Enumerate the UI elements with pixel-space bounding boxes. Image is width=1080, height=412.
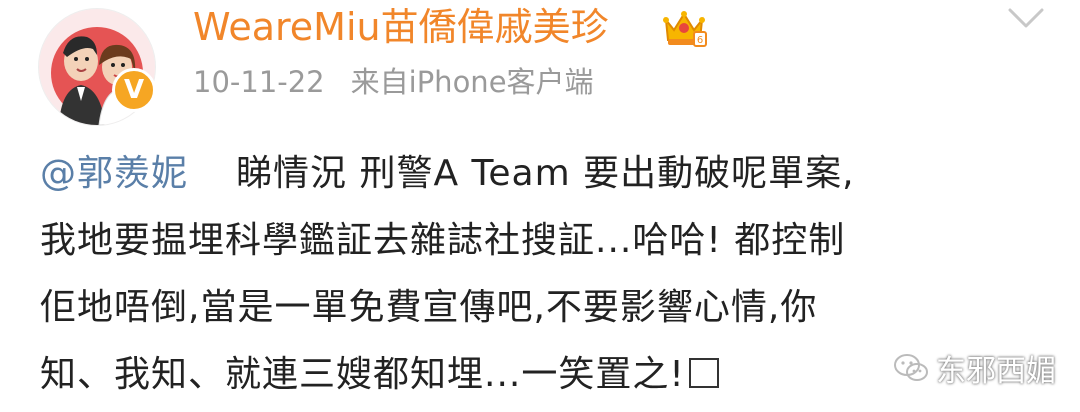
post-line-text: 知、我知、就連三嫂都知埋...一笑置之! xyxy=(40,354,685,395)
post-source[interactable]: 来自iPhone客户端 xyxy=(351,65,594,99)
post-line-1: @郭羨妮 睇情況 刑警A Team 要出動破呢單案, xyxy=(40,140,1050,207)
watermark: 东邪西媚 xyxy=(892,346,1056,390)
vip-crown-icon[interactable]: 6 xyxy=(660,6,708,48)
post-meta: 10-11-22 来自iPhone客户端 xyxy=(193,64,594,100)
chevron-down-icon[interactable] xyxy=(1006,4,1046,32)
mention-link[interactable]: @郭羨妮 xyxy=(40,153,188,194)
wechat-logo-icon xyxy=(894,354,928,381)
post-line-text: 睇情況 刑警A Team 要出動破呢單案, xyxy=(236,153,855,194)
verified-v-icon: V xyxy=(112,68,156,112)
username[interactable]: WeareMiu苗僑偉戚美珍 xyxy=(193,4,609,50)
watermark-text: 东邪西媚 xyxy=(936,354,1056,389)
post-line-3: 佢地唔倒,當是一單免費宣傳吧,不要影響心情,你 xyxy=(40,287,818,328)
post-timestamp: 10-11-22 xyxy=(193,65,325,99)
post-line-2: 我地要揾埋科學鑑証去雜誌社搜証...哈哈! 都控制 xyxy=(40,220,846,261)
missing-glyph-box xyxy=(688,358,719,388)
svg-text:6: 6 xyxy=(697,35,703,46)
